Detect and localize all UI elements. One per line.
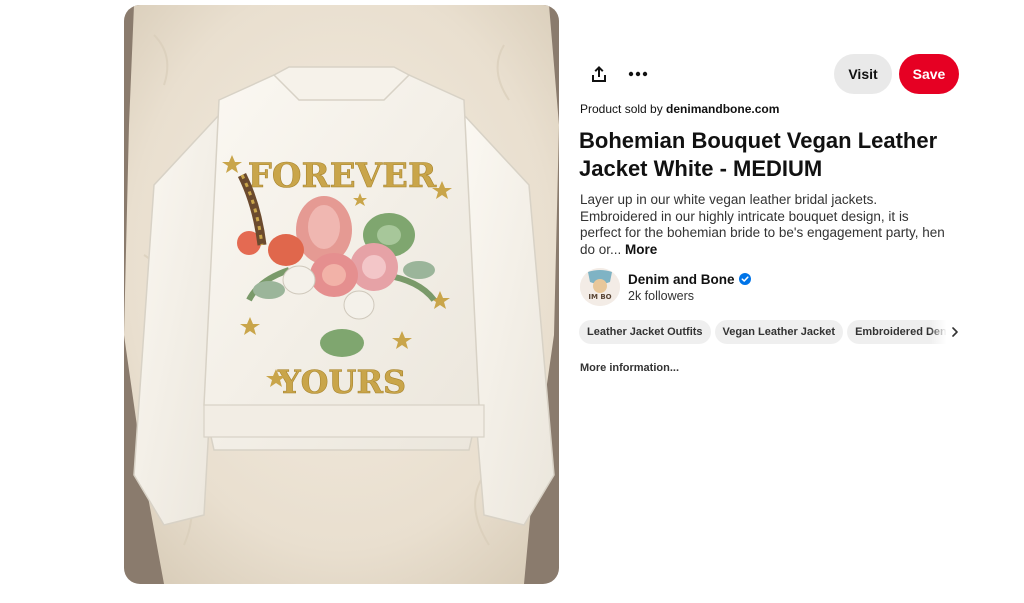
save-button[interactable]: Save (899, 54, 959, 94)
sold-by-prefix: Product sold by (580, 102, 667, 116)
more-options-button[interactable] (620, 58, 656, 90)
tags-next-button[interactable] (948, 322, 962, 342)
jacket-text-yours: YOURS (277, 363, 406, 401)
share-button[interactable] (581, 58, 617, 90)
avatar-image: IM BO (580, 268, 620, 306)
creator-followers: 2k followers (628, 289, 694, 303)
pin-title: Bohemian Bouquet Vegan Leather Jacket Wh… (579, 128, 938, 181)
verified-badge-icon (739, 273, 751, 285)
jacket-text-forever: FOREVER (248, 156, 437, 196)
related-tags: Leather Jacket Outfits Vegan Leather Jack… (579, 320, 959, 344)
visit-button[interactable]: Visit (834, 54, 892, 94)
tag-chip[interactable]: Leather Jacket Outfits (579, 320, 711, 344)
jacket-photo: FOREVER YOURS (124, 5, 559, 584)
seller-domain-link[interactable]: denimandbone.com (666, 102, 779, 116)
share-icon (592, 66, 606, 82)
avatar-text: IM BO (588, 293, 611, 301)
creator-info: IM BO Denim and Bone 2k followers (580, 268, 800, 306)
pin-image[interactable]: FOREVER YOURS (124, 5, 559, 584)
more-information-link[interactable]: More information... (580, 362, 679, 374)
tag-chip[interactable]: Vegan Leather Jacket (714, 320, 844, 344)
creator-avatar[interactable]: IM BO (580, 268, 620, 306)
product-sold-by: Product sold by denimandbone.com (580, 102, 779, 116)
more-options-icon (628, 71, 648, 77)
chevron-right-icon (952, 327, 958, 337)
pin-description: Layer up in our white vegan leather brid… (580, 192, 952, 258)
description-more-link[interactable]: More (625, 242, 657, 257)
creator-name[interactable]: Denim and Bone (628, 272, 735, 287)
